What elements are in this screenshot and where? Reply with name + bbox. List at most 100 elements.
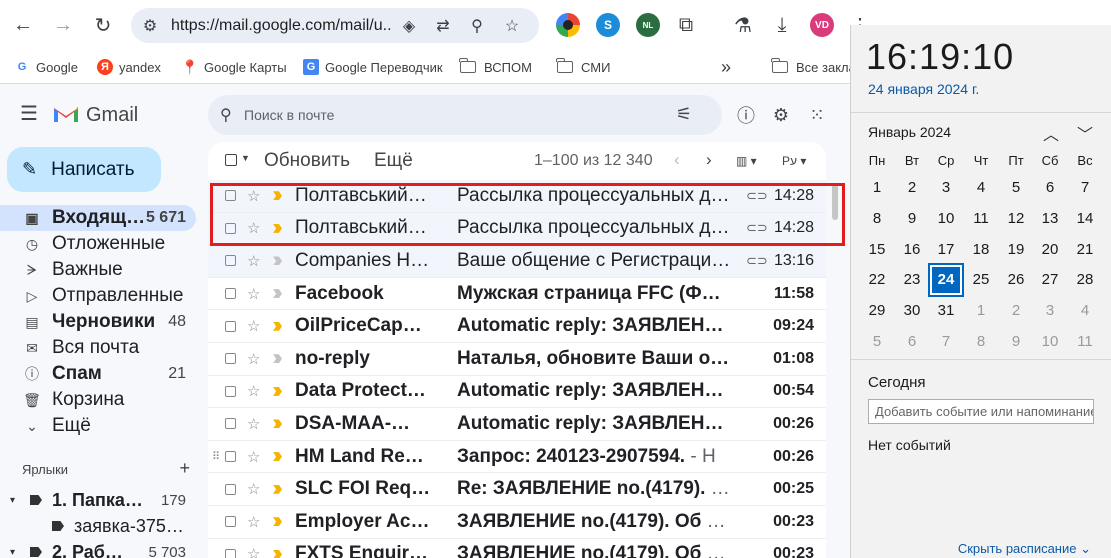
- calendar-day[interactable]: 31: [930, 296, 962, 326]
- calendar-day[interactable]: 1: [861, 173, 893, 203]
- star-icon[interactable]: ☆: [247, 350, 260, 368]
- star-icon[interactable]: ☆: [247, 513, 260, 531]
- calendar-day[interactable]: 9: [1000, 327, 1032, 357]
- extensions-puzzle-icon[interactable]: ⧉: [671, 10, 701, 40]
- clock-date[interactable]: 24 января 2024 г.: [868, 81, 979, 97]
- email-row[interactable]: ☆ DSA-MAA-… Automatic reply: ЗАЯВЛЕН… 00:26: [208, 408, 826, 441]
- row-checkbox[interactable]: [225, 255, 236, 267]
- sidebar-item[interactable]: ▣ Входящие 5 671: [0, 205, 196, 231]
- prev-page-icon[interactable]: ‹: [674, 150, 680, 170]
- important-marker-icon[interactable]: [273, 419, 282, 429]
- sidebar-item[interactable]: 🗑 Корзина: [0, 387, 196, 413]
- calendar-day[interactable]: 23: [896, 265, 928, 295]
- calendar-day[interactable]: 21: [1069, 235, 1101, 265]
- main-menu-icon[interactable]: ☰: [20, 104, 40, 124]
- profile-avatar[interactable]: VD: [810, 13, 834, 37]
- bookmark-google[interactable]: G Google: [14, 58, 78, 76]
- install-app-icon[interactable]: ◈: [398, 15, 420, 37]
- apps-grid-icon[interactable]: ⁙: [805, 103, 829, 127]
- important-marker-icon[interactable]: [273, 354, 282, 364]
- row-checkbox[interactable]: [225, 516, 236, 528]
- calendar-day[interactable]: 30: [896, 296, 928, 326]
- calendar-day[interactable]: 6: [1034, 173, 1066, 203]
- calendar-day[interactable]: 10: [930, 204, 962, 234]
- important-marker-icon[interactable]: [273, 289, 282, 299]
- calendar-day[interactable]: 12: [1000, 204, 1032, 234]
- expand-arrow-icon[interactable]: ▾: [10, 547, 22, 558]
- bookmark-google-maps[interactable]: 📍 Google Карты: [181, 58, 286, 76]
- calendar-day[interactable]: 2: [896, 173, 928, 203]
- add-event-input[interactable]: Добавить событие или напоминание: [868, 399, 1094, 424]
- extension-nl-icon[interactable]: NL: [636, 13, 660, 37]
- search-icon[interactable]: ⚲: [220, 105, 232, 125]
- download-icon[interactable]: ⤓: [767, 10, 797, 40]
- calendar-day[interactable]: 1: [965, 296, 997, 326]
- calendar-day[interactable]: 13: [1034, 204, 1066, 234]
- bookmark-google-translate[interactable]: G Google Переводчик: [303, 58, 443, 76]
- calendar-day[interactable]: 17: [930, 235, 962, 265]
- calendar-day[interactable]: 5: [1000, 173, 1032, 203]
- refresh-button[interactable]: Обновить: [264, 150, 350, 172]
- star-icon[interactable]: ☆: [247, 317, 260, 335]
- email-row[interactable]: ☆ Companies H… Ваше общение с Регистраци… ⊂…: [208, 245, 826, 278]
- calendar-day[interactable]: 4: [965, 173, 997, 203]
- search-bar[interactable]: ⚲ Поиск в почте ⚟: [208, 95, 722, 135]
- email-row[interactable]: ☆ FXTS Enquiri… ЗАЯВЛЕНИЕ no.(4179). Об … 0…: [208, 539, 826, 558]
- calendar-day-today[interactable]: 24: [928, 263, 964, 298]
- settings-gear-icon[interactable]: ⚙: [769, 103, 793, 127]
- expand-arrow-icon[interactable]: ▾: [10, 495, 22, 506]
- important-marker-icon[interactable]: [273, 386, 282, 396]
- calendar-day[interactable]: 8: [965, 327, 997, 357]
- site-settings-icon[interactable]: ⚙: [139, 15, 161, 37]
- star-icon[interactable]: ☆: [247, 415, 260, 433]
- calendar-day[interactable]: 9: [896, 204, 928, 234]
- address-bar[interactable]: ⚙ https://mail.google.com/mail/u... ◈ ⇄ …: [131, 8, 539, 43]
- reload-icon[interactable]: ↻: [88, 10, 118, 40]
- star-icon[interactable]: ☆: [247, 382, 260, 400]
- translate-icon[interactable]: ⇄: [432, 15, 454, 37]
- email-row[interactable]: ☆ Employer Ac… ЗАЯВЛЕНИЕ no.(4179). Об … 00…: [208, 506, 826, 539]
- email-row[interactable]: ☆ SLC FOI Req… Re: ЗАЯВЛЕНИЕ no.(4179). … 0…: [208, 473, 826, 506]
- email-row[interactable]: ☆ Data Protect… Automatic reply: ЗАЯВЛЕН… 0…: [208, 376, 826, 409]
- zoom-icon[interactable]: ⚲: [466, 15, 488, 37]
- email-row[interactable]: ☆ Facebook Мужская страница FFC (Ф… 11:58: [208, 278, 826, 311]
- calendar-day[interactable]: 28: [1069, 265, 1101, 295]
- sidebar-item[interactable]: ▷ Отправленные: [0, 283, 196, 309]
- calendar-day[interactable]: 10: [1034, 327, 1066, 357]
- gmail-logo-text[interactable]: Gmail: [86, 104, 138, 127]
- star-icon[interactable]: ☆: [247, 252, 260, 270]
- bookmark-yandex[interactable]: Я yandex: [97, 58, 161, 76]
- extension-colors-icon[interactable]: [556, 13, 580, 37]
- calendar-day[interactable]: 8: [861, 204, 893, 234]
- input-tools-icon[interactable]: Рע ▾: [782, 154, 806, 168]
- next-page-icon[interactable]: ›: [706, 150, 712, 170]
- labs-flask-icon[interactable]: ⚗: [728, 10, 758, 40]
- calendar-day[interactable]: 7: [930, 327, 962, 357]
- drag-handle-icon[interactable]: ⠿: [212, 450, 220, 463]
- label-item[interactable]: ▾ 2. Раб… 5 703: [0, 540, 196, 558]
- important-marker-icon[interactable]: [273, 452, 282, 462]
- row-checkbox[interactable]: [225, 385, 236, 397]
- extension-skype-icon[interactable]: S: [596, 13, 620, 37]
- split-pane-icon[interactable]: ▥ ▾: [736, 154, 757, 168]
- bookmarks-overflow-icon[interactable]: »: [721, 57, 731, 77]
- calendar-day[interactable]: 4: [1069, 296, 1101, 326]
- calendar-day[interactable]: 19: [1000, 235, 1032, 265]
- star-icon[interactable]: ☆: [247, 480, 260, 498]
- row-checkbox[interactable]: [225, 320, 236, 332]
- calendar-month[interactable]: Январь 2024: [868, 124, 951, 140]
- email-row[interactable]: ⠿ ☆ HM Land Re… Запрос: 240123-2907594. - Н…: [208, 441, 826, 474]
- calendar-day[interactable]: 26: [1000, 265, 1032, 295]
- calendar-day[interactable]: 16: [896, 235, 928, 265]
- more-button[interactable]: Ещё: [374, 150, 413, 172]
- help-icon[interactable]: ⓘ: [734, 103, 758, 127]
- label-item[interactable]: заявка-3751+: [0, 514, 196, 538]
- calendar-day[interactable]: 14: [1069, 204, 1101, 234]
- calendar-day[interactable]: 15: [861, 235, 893, 265]
- important-marker-icon[interactable]: [273, 549, 282, 558]
- calendar-day[interactable]: 29: [861, 296, 893, 326]
- sidebar-item[interactable]: ᗒ Важные: [0, 257, 196, 283]
- search-options-icon[interactable]: ⚟: [676, 104, 692, 125]
- label-item[interactable]: ▾ 1. Папка… 179: [0, 488, 196, 512]
- calendar-day[interactable]: 3: [1034, 296, 1066, 326]
